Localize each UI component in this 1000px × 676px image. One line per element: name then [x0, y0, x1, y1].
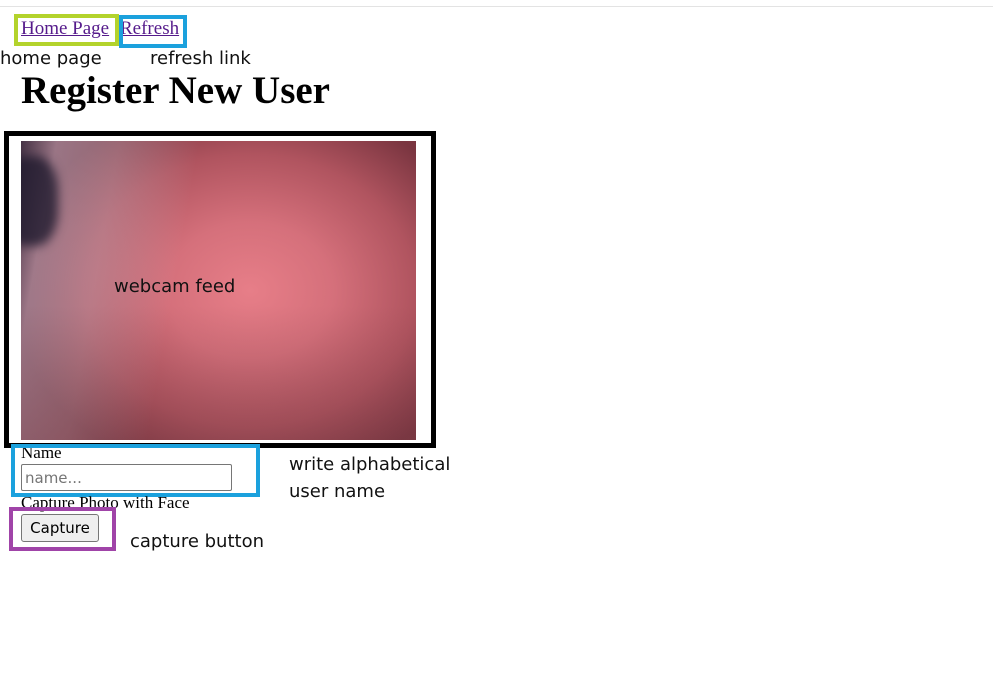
capture-button-annotation: capture button: [130, 531, 264, 552]
top-divider: [0, 6, 993, 7]
page-title: Register New User: [21, 69, 330, 112]
home-page-annotation: home page: [0, 48, 102, 69]
name-label: Name: [21, 443, 62, 462]
home-page-link[interactable]: Home Page: [21, 18, 109, 40]
capture-button[interactable]: Capture: [21, 514, 99, 542]
name-input[interactable]: [21, 464, 232, 491]
refresh-link[interactable]: Refresh: [120, 18, 179, 40]
webcam-annotation: webcam feed: [114, 276, 236, 297]
name-annotation: write alphabetical user name: [289, 454, 451, 502]
capture-photo-label: Capture Photo with Face: [21, 493, 190, 512]
refresh-link-annotation: refresh link: [150, 48, 251, 69]
